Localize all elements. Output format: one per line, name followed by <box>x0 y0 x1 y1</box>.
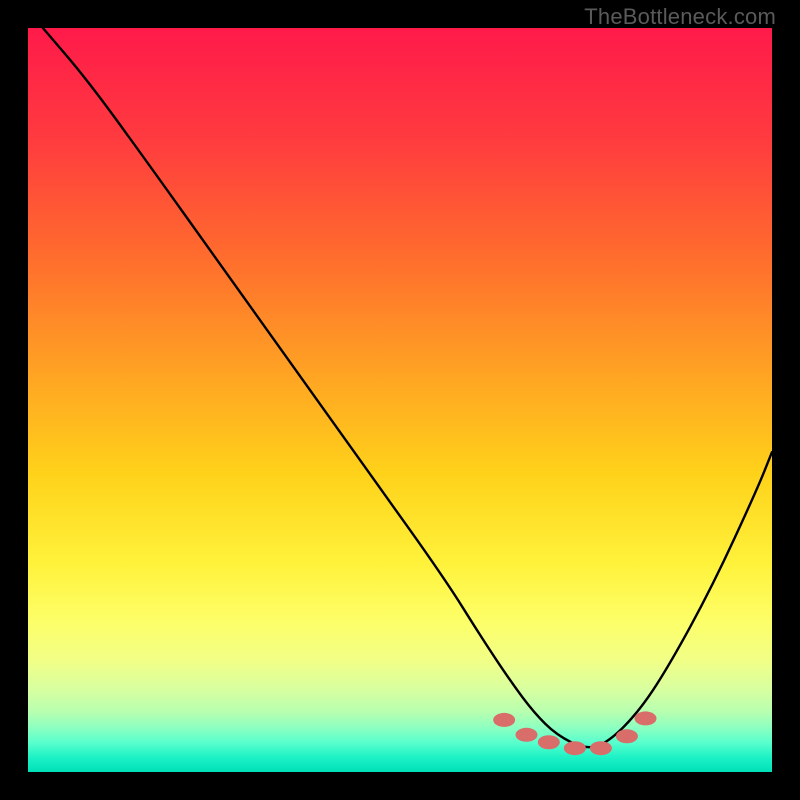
optimal-dot <box>564 741 586 755</box>
chart-container: TheBottleneck.com <box>0 0 800 800</box>
optimal-dot <box>635 711 657 725</box>
optimal-dot <box>616 729 638 743</box>
plot-area <box>28 28 772 772</box>
optimal-dot <box>493 713 515 727</box>
optimal-dot <box>515 728 537 742</box>
optimal-dot <box>538 735 560 749</box>
watermark-text: TheBottleneck.com <box>584 4 776 30</box>
optimal-dot <box>590 741 612 755</box>
optimal-zone-dots <box>28 28 772 772</box>
